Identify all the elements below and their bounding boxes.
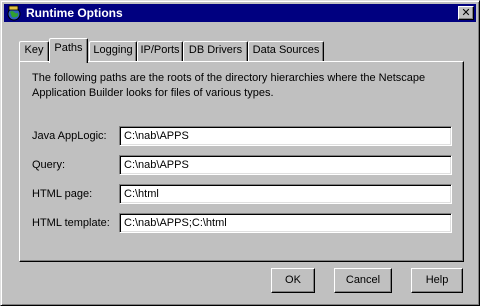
close-icon: ✕ <box>461 6 471 19</box>
tab-logging[interactable]: Logging <box>89 41 137 62</box>
query-label: Query: <box>32 159 66 171</box>
tab-paths[interactable]: Paths <box>49 38 88 63</box>
tab-data-sources[interactable]: Data Sources <box>248 41 324 62</box>
tab-label: Logging <box>93 44 133 56</box>
window-title: Runtime Options <box>26 6 123 20</box>
tab-db-drivers[interactable]: DB Drivers <box>183 41 248 62</box>
runtime-options-dialog: Runtime Options ✕ Key Paths Logging IP/P… <box>0 0 480 306</box>
tab-label: DB Drivers <box>188 44 243 56</box>
paths-description: The following paths are the roots of the… <box>32 72 426 99</box>
java-applogic-field[interactable]: C:\nab\APPS <box>119 126 452 146</box>
paths-panel: The following paths are the roots of the… <box>19 61 464 262</box>
html-page-field[interactable]: C:\html <box>119 184 452 204</box>
tab-label: Key <box>24 44 44 56</box>
tab-key[interactable]: Key <box>19 41 49 62</box>
cancel-button-label: Cancel <box>345 274 381 286</box>
tab-ip-ports[interactable]: IP/Ports <box>137 41 183 62</box>
ok-button[interactable]: OK <box>271 268 315 293</box>
cancel-button[interactable]: Cancel <box>334 268 392 293</box>
html-page-label: HTML page: <box>32 188 93 200</box>
title-bar[interactable]: Runtime Options ✕ <box>4 4 476 22</box>
help-button[interactable]: Help <box>411 268 463 293</box>
java-applogic-label: Java AppLogic: <box>32 130 107 142</box>
ok-button-label: OK <box>285 274 301 286</box>
html-template-field[interactable]: C:\nab\APPS;C:\html <box>119 213 452 233</box>
query-field[interactable]: C:\nab\APPS <box>119 155 452 175</box>
tab-label: Paths <box>54 42 83 54</box>
html-template-label: HTML template: <box>32 217 110 229</box>
close-button[interactable]: ✕ <box>458 6 474 20</box>
tab-label: IP/Ports <box>140 44 180 56</box>
app-globe-icon <box>6 5 22 21</box>
tab-label: Data Sources <box>252 44 320 56</box>
help-button-label: Help <box>425 274 449 286</box>
